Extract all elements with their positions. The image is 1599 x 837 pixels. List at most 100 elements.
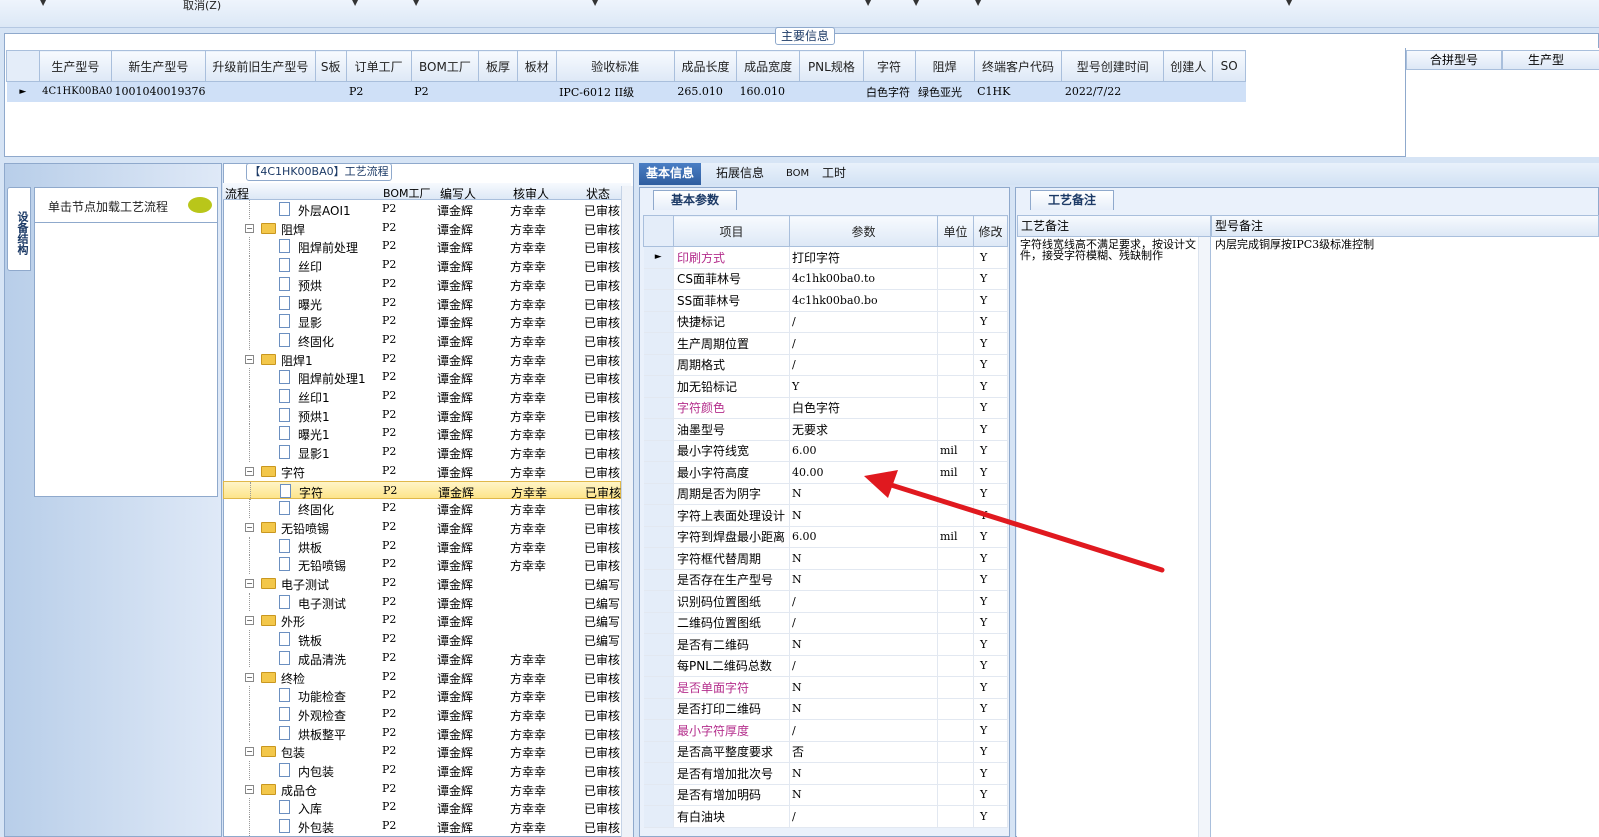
collapse-toggle-icon[interactable]: −	[245, 672, 254, 682]
param-value[interactable]: /	[789, 590, 938, 613]
param-edit-flag[interactable]: Y	[973, 741, 1008, 763]
tree-row[interactable]: 显影1 P2 谭金辉 方幸幸 已审核	[223, 443, 621, 462]
param-value[interactable]: 6.00	[789, 526, 938, 548]
dropdown-arrow-icon[interactable]: ▼	[592, 0, 598, 7]
collapse-toggle-icon[interactable]: −	[245, 522, 254, 532]
param-value[interactable]: N	[789, 504, 938, 527]
param-value[interactable]: N	[789, 547, 938, 570]
param-row[interactable]: 二维码位置图纸 / Y	[643, 612, 1008, 634]
tree-row[interactable]: 丝印 P2 谭金辉 方幸幸 已审核	[223, 256, 621, 275]
param-value[interactable]: 40.00	[789, 461, 938, 484]
param-value[interactable]: 4c1hk00ba0.to	[789, 268, 938, 290]
param-value[interactable]: 白色字符	[789, 397, 938, 419]
tree-row[interactable]: 无铅喷锡 P2 谭金辉 方幸幸 已审核	[223, 555, 621, 574]
param-row[interactable]: 字符上表面处理设计 N Y	[643, 504, 1008, 527]
dropdown-arrow-icon[interactable]: ▼	[975, 0, 981, 7]
dropdown-arrow-icon[interactable]: ▼	[40, 0, 46, 7]
tab-3[interactable]: 工时	[815, 163, 853, 185]
tree-row[interactable]: 入库 P2 谭金辉 方幸幸 已审核	[223, 798, 621, 818]
tree-row[interactable]: 显影 P2 谭金辉 方幸幸 已审核	[223, 312, 621, 331]
tree-row[interactable]: 内包装 P2 谭金辉 方幸幸 已审核	[223, 761, 621, 780]
param-edit-flag[interactable]: Y	[973, 268, 1008, 290]
param-edit-flag[interactable]: Y	[973, 397, 1008, 419]
side-tab-equipment[interactable]: 设备结构	[7, 187, 31, 271]
param-row[interactable]: 加无铅标记 Y Y	[643, 375, 1008, 398]
dropdown-arrow-icon[interactable]: ▼	[352, 0, 358, 7]
param-row[interactable]: 油墨型号 无要求 Y	[643, 418, 1008, 441]
main-col-header[interactable]: PNL规格	[799, 50, 864, 82]
craft-note-scrollbar[interactable]	[1198, 237, 1210, 837]
param-row[interactable]: 有白油块 / Y	[643, 805, 1008, 828]
tree-row[interactable]: 烘板整平 P2 谭金辉 方幸幸 已审核	[223, 723, 621, 743]
param-edit-flag[interactable]: Y	[973, 547, 1008, 570]
node-list[interactable]	[34, 222, 218, 497]
param-value[interactable]: N	[789, 698, 938, 720]
param-value[interactable]: /	[789, 354, 938, 376]
param-edit-flag[interactable]: Y	[973, 375, 1008, 398]
tree-row[interactable]: − 终检 P2 谭金辉 方幸幸 已审核	[223, 668, 621, 687]
tree-row[interactable]: 铣板 P2 谭金辉 已编写	[223, 630, 621, 649]
param-edit-flag[interactable]: Y	[973, 332, 1008, 355]
param-row[interactable]: 是否存在生产型号 N Y	[643, 569, 1008, 591]
param-edit-flag[interactable]: Y	[973, 483, 1008, 505]
main-cell[interactable]: P2	[346, 81, 412, 102]
main-col-header[interactable]: 生产型号	[38, 50, 113, 82]
param-row[interactable]: 周期是否为阴字 N Y	[643, 483, 1008, 505]
main-cell[interactable]: P2	[411, 81, 479, 102]
dropdown-arrow-icon[interactable]: ▼	[865, 0, 871, 7]
main-col-header[interactable]: 阻焊	[914, 50, 975, 82]
param-row[interactable]: 字符到焊盘最小距离 6.00 mil Y	[643, 526, 1008, 548]
param-row[interactable]: 字符框代替周期 N Y	[643, 547, 1008, 570]
main-col-header[interactable]: 创建人	[1163, 50, 1214, 82]
tree-row[interactable]: 外层AOI1 P2 谭金辉 方幸幸 已审核	[223, 200, 621, 219]
param-value[interactable]: 无要求	[789, 418, 938, 441]
param-edit-flag[interactable]: Y	[973, 461, 1008, 484]
tree-scrollbar[interactable]	[621, 186, 633, 837]
param-value[interactable]: 否	[789, 741, 938, 763]
tree-row[interactable]: − 外形 P2 谭金辉 已编写	[223, 611, 621, 630]
dropdown-arrow-icon[interactable]: ▼	[913, 0, 919, 7]
tree-row[interactable]: 预烘 P2 谭金辉 方幸幸 已审核	[223, 274, 621, 294]
main-cell[interactable]: 4C1HK00BA0	[39, 81, 112, 102]
main-col-header[interactable]: 升级前旧生产型号	[204, 50, 316, 82]
param-row[interactable]: 快捷标记 / Y	[643, 311, 1008, 333]
param-row[interactable]: 是否有增加明码 N Y	[643, 784, 1008, 806]
param-edit-flag[interactable]: Y	[973, 784, 1008, 806]
param-edit-flag[interactable]: Y	[973, 289, 1008, 312]
param-edit-flag[interactable]: Y	[973, 590, 1008, 613]
param-edit-flag[interactable]: Y	[973, 569, 1008, 591]
param-value[interactable]: N	[789, 762, 938, 785]
tree-col-bom[interactable]: BOM工厂	[383, 185, 431, 201]
main-cell[interactable]	[1163, 81, 1213, 102]
main-cell[interactable]: 265.010	[674, 81, 737, 102]
tree-row[interactable]: 阻焊前处理 P2 谭金辉 方幸幸 已审核	[223, 237, 621, 257]
param-value[interactable]: /	[789, 719, 938, 742]
main-cell[interactable]: 2022/7/22	[1061, 81, 1164, 102]
main-col-header[interactable]: 验收标准	[555, 50, 675, 82]
param-edit-flag[interactable]: Y	[973, 354, 1008, 376]
model-note-text[interactable]: 内层完成铜厚按IPC3级标准控制	[1215, 239, 1575, 250]
tree-row[interactable]: − 阻焊1 P2 谭金辉 方幸幸 已审核	[223, 350, 621, 369]
craft-note-text[interactable]: 字符线宽线高不满足要求，按设计文件，接受字符模糊、残缺制作	[1020, 239, 1196, 261]
main-col-header[interactable]: 新生产型号	[111, 50, 206, 82]
main-col-header[interactable]: SO	[1212, 50, 1246, 82]
craft-col-notes[interactable]: 工艺备注	[1017, 215, 1211, 237]
tab-1[interactable]: 拓展信息	[709, 163, 771, 185]
param-row[interactable]: 生产周期位置 / Y	[643, 332, 1008, 355]
tree-row[interactable]: − 成品仓 P2 谭金辉 方幸幸 已审核	[223, 780, 621, 799]
param-value[interactable]: /	[789, 311, 938, 333]
cancel-label[interactable]: 取消(Z)	[183, 0, 221, 13]
tree-row[interactable]: − 字符 P2 谭金辉 方幸幸 已审核	[223, 462, 621, 481]
param-edit-flag[interactable]: Y	[973, 698, 1008, 720]
collapse-toggle-icon[interactable]: −	[245, 616, 254, 626]
main-cell[interactable]	[517, 81, 557, 102]
main-cell[interactable]: 白色字符	[863, 81, 915, 102]
param-value[interactable]: /	[789, 332, 938, 355]
param-value[interactable]: /	[789, 655, 938, 677]
collapse-toggle-icon[interactable]: −	[245, 223, 254, 233]
param-edit-flag[interactable]: Y	[973, 655, 1008, 677]
main-col-header[interactable]: 成品长度	[673, 50, 738, 82]
collapse-toggle-icon[interactable]: −	[245, 466, 254, 476]
param-col-edit[interactable]: 修改	[973, 215, 1008, 247]
param-value[interactable]: N	[789, 676, 938, 699]
